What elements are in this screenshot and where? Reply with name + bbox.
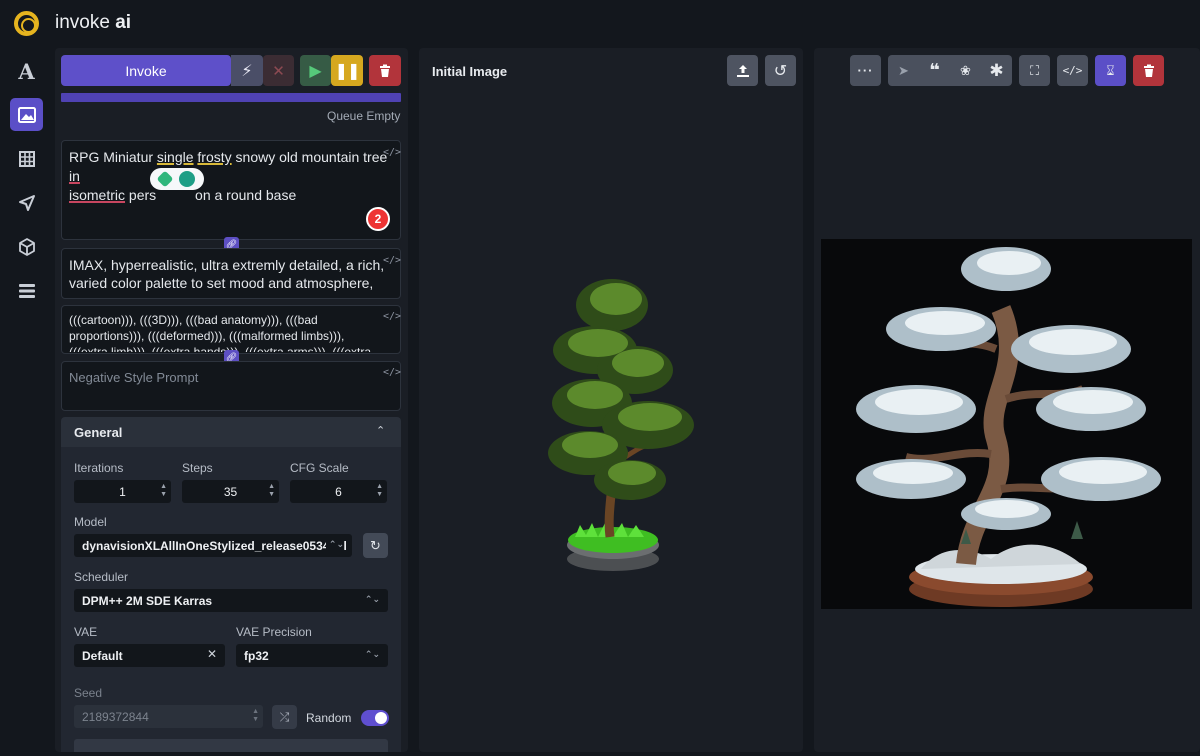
- code-icon[interactable]: </>: [383, 367, 401, 378]
- tab-model-manager[interactable]: [10, 230, 43, 263]
- steps-label: Steps: [182, 461, 213, 475]
- seedling-icon: ❀: [960, 62, 971, 78]
- general-accordion-title: General: [74, 425, 123, 440]
- initial-image-title: Initial Image: [432, 64, 508, 79]
- negative-style-placeholder: Negative Style Prompt: [69, 370, 199, 385]
- scheduler-select[interactable]: DPM++ 2M SDE Karras ⌃⌄: [74, 589, 388, 612]
- clear-queue-button[interactable]: [369, 55, 401, 86]
- cube-icon: [18, 237, 35, 256]
- upload-icon: [736, 64, 749, 77]
- code-icon[interactable]: </>: [383, 311, 401, 322]
- code-icon[interactable]: </>: [383, 147, 401, 158]
- vae-precision-label: VAE Precision: [236, 625, 312, 639]
- chevron-up-icon: ⌃: [376, 425, 386, 437]
- pause-button[interactable]: ❚❚: [331, 55, 363, 86]
- letter-a-icon: A: [18, 59, 35, 84]
- tab-queue[interactable]: [10, 274, 43, 307]
- trash-icon: [1143, 64, 1154, 77]
- shuffle-seed-button[interactable]: ⤮: [272, 705, 297, 729]
- queue-status: Queue Empty: [327, 109, 401, 123]
- extension-widget[interactable]: [150, 168, 204, 190]
- clear-icon[interactable]: ✕: [207, 647, 217, 661]
- expand-icon: ⛶: [1029, 62, 1040, 78]
- more-options-button[interactable]: ···: [850, 55, 881, 86]
- cfg-scale-label: CFG Scale: [290, 461, 349, 475]
- grid-icon: [18, 150, 35, 167]
- select-arrows-icon: ⌃⌄: [364, 594, 380, 604]
- app-title: invoke ai: [55, 12, 132, 33]
- upload-image-button[interactable]: [727, 55, 758, 86]
- select-arrows-icon: ⌃⌄: [325, 539, 344, 550]
- tab-image-to-image[interactable]: [10, 98, 43, 131]
- close-icon: ✕: [272, 62, 285, 80]
- send-icon: ➤: [898, 62, 909, 78]
- negative-prompt-text[interactable]: (((cartoon))), (((3D))), (((bad anatomy)…: [69, 312, 383, 352]
- trash-icon: [380, 64, 390, 77]
- image-icon: [17, 106, 36, 123]
- vae-label: VAE: [74, 625, 98, 639]
- positive-prompt-text[interactable]: RPG Miniatur single frosty snowy old mou…: [69, 148, 389, 205]
- stepper-icon[interactable]: ▲ ▼: [160, 483, 167, 499]
- undo-icon: ↺: [773, 62, 788, 80]
- use-seed-button[interactable]: ❀: [950, 55, 981, 86]
- use-all-button[interactable]: ✱: [981, 55, 1012, 86]
- play-icon: ▶: [309, 62, 322, 80]
- tab-nodes[interactable]: [10, 186, 43, 219]
- invoke-button[interactable]: Invoke: [61, 55, 231, 86]
- cancel-button[interactable]: ✕: [263, 55, 294, 86]
- pause-icon: ❚❚: [334, 62, 361, 80]
- show-progress-button[interactable]: ⌛︎: [1095, 55, 1126, 86]
- invoke-logo: [14, 11, 39, 36]
- stepper-icon[interactable]: ▲ ▼: [376, 483, 383, 499]
- tab-unified-canvas[interactable]: [10, 142, 43, 175]
- asterisk-icon: ✱: [989, 60, 1004, 80]
- tab-text-to-image[interactable]: A: [10, 55, 43, 88]
- grammar-icon: [156, 170, 174, 188]
- vae-select[interactable]: Default ✕: [74, 644, 225, 667]
- vae-precision-select[interactable]: fp32 ⌃⌄: [236, 644, 388, 667]
- next-control: [74, 739, 388, 752]
- code-icon[interactable]: </>: [383, 255, 401, 266]
- negative-style-prompt-field[interactable]: [61, 361, 401, 411]
- lightning-icon: ⚡︎: [241, 62, 253, 80]
- iterations-label: Iterations: [74, 461, 124, 475]
- send-icon: [18, 194, 35, 211]
- steps-input[interactable]: 35 ▲ ▼: [182, 480, 279, 503]
- fullscreen-button[interactable]: ⛶: [1019, 55, 1050, 86]
- list-icon: [18, 283, 35, 298]
- code-icon: </>: [1062, 64, 1083, 77]
- style-prompt-text[interactable]: IMAX, hyperrealistic, ultra extremly det…: [69, 256, 387, 296]
- progress-bar: [61, 93, 401, 102]
- notification-badge[interactable]: 2: [366, 207, 390, 231]
- initial-image[interactable]: [540, 275, 710, 575]
- more-icon: ···: [857, 63, 874, 78]
- show-metadata-button[interactable]: </>: [1057, 55, 1088, 86]
- random-seed-label: Random: [306, 711, 352, 725]
- generated-image-art: [856, 247, 1161, 607]
- invoke-front-button[interactable]: ⚡︎: [231, 55, 263, 86]
- delete-image-button[interactable]: [1133, 55, 1164, 86]
- refresh-icon: ↻: [370, 537, 381, 553]
- sync-models-button[interactable]: ↻: [363, 533, 388, 558]
- shuffle-icon: ⤮: [279, 709, 290, 724]
- scheduler-label: Scheduler: [74, 570, 129, 584]
- hourglass-icon: ⌛︎: [1106, 62, 1115, 78]
- reset-image-button[interactable]: ↺: [765, 55, 796, 86]
- use-prompt-button[interactable]: ❝: [919, 55, 950, 86]
- random-seed-toggle[interactable]: [361, 710, 389, 726]
- quote-icon: ❝: [929, 60, 940, 80]
- select-arrows-icon: ⌃⌄: [364, 649, 380, 659]
- send-to-img2img-button[interactable]: ➤: [888, 55, 919, 86]
- stepper-icon[interactable]: ▲ ▼: [252, 708, 259, 724]
- seed-input[interactable]: 2189372844 ▲ ▼: [74, 705, 263, 728]
- resume-button[interactable]: ▶: [300, 55, 331, 86]
- model-label: Model: [74, 515, 107, 529]
- seed-label: Seed: [74, 686, 103, 700]
- cfg-scale-input[interactable]: 6 ▲ ▼: [290, 480, 387, 503]
- model-select[interactable]: dynavisionXLAllInOneStylized_release0534…: [74, 534, 352, 557]
- assistant-icon: [179, 171, 195, 187]
- stepper-icon[interactable]: ▲ ▼: [268, 483, 275, 499]
- generated-image[interactable]: [821, 239, 1192, 609]
- iterations-input[interactable]: 1 ▲ ▼: [74, 480, 171, 503]
